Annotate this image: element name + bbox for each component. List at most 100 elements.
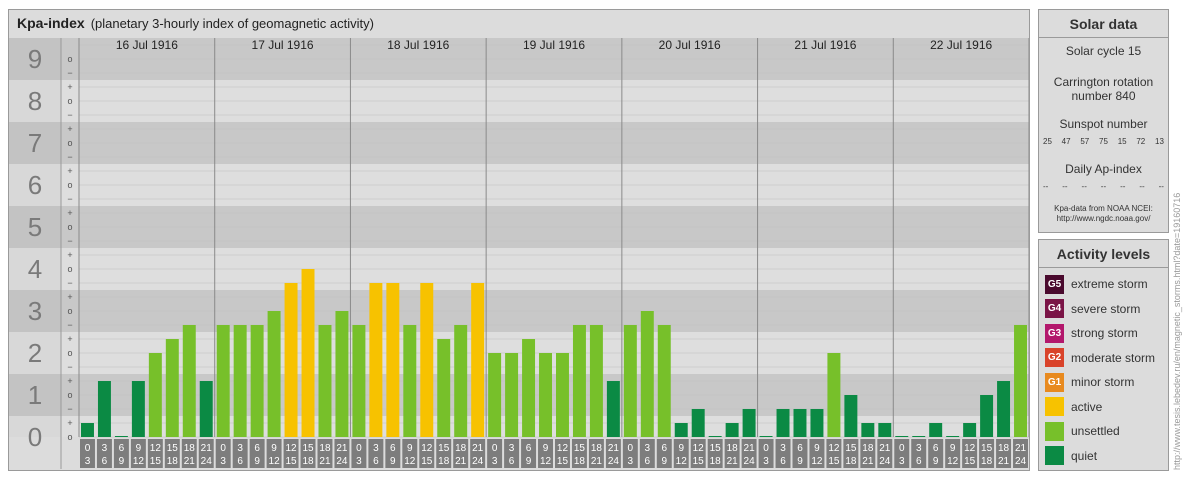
legend-swatch: G4: [1045, 299, 1064, 318]
legend-swatch: G2: [1045, 348, 1064, 367]
legend-label: unsettled: [1071, 424, 1120, 438]
kp-bar: [759, 436, 773, 437]
legend-label: active: [1071, 399, 1103, 414]
interval-start-label: 9: [543, 443, 549, 454]
activity-levels-panel: Activity levels G5 extreme storm G4 severe …: [1038, 239, 1169, 471]
interval-start-label: 15: [981, 443, 993, 454]
legend-item: G5 extreme storm: [1045, 274, 1148, 294]
interval-end-label: 12: [947, 456, 959, 467]
legend-label: severe storm: [1071, 301, 1141, 316]
kp-bar: [572, 324, 586, 437]
interval-start-label: 3: [509, 443, 515, 454]
ap-value: --: [1062, 182, 1068, 191]
interval-start-label: 21: [336, 443, 348, 454]
kp-bar: [369, 282, 383, 437]
interval-start-label: 18: [591, 443, 603, 454]
interval-start-label: 0: [899, 443, 905, 454]
y-tick-label: 2: [28, 338, 42, 368]
interval-start-label: 21: [744, 443, 756, 454]
kp-bar: [1014, 324, 1027, 437]
legend-item: G3 strong storm: [1045, 323, 1138, 343]
legend-swatch: [1045, 421, 1064, 441]
y-minor-label: +: [67, 124, 72, 134]
interval-end-label: 3: [85, 456, 91, 467]
interval-end-label: 18: [438, 456, 450, 467]
kp-bar: [980, 395, 994, 437]
ap-value: --: [1043, 182, 1049, 191]
y-minor-label: o: [67, 96, 72, 106]
interval-start-label: 0: [763, 443, 769, 454]
interval-end-label: 12: [269, 456, 281, 467]
y-tick-label: 5: [28, 212, 42, 242]
interval-start-label: 21: [472, 443, 484, 454]
interval-end-label: 21: [591, 456, 603, 467]
legend-item: G1 minor storm: [1045, 372, 1134, 392]
interval-end-label: 3: [356, 456, 362, 467]
y-tick-label: 3: [28, 296, 42, 326]
interval-start-label: 9: [814, 443, 820, 454]
interval-end-label: 6: [102, 456, 108, 467]
day-label: 19 Jul 1916: [523, 38, 585, 52]
ap-value: --: [1100, 182, 1107, 191]
ap-index-values: -- -- -- -- -- -- --: [1043, 182, 1164, 191]
ap-value: --: [1139, 182, 1145, 191]
kp-bar: [437, 339, 451, 437]
y-tick-label: 1: [28, 380, 42, 410]
kp-bar: [878, 423, 892, 437]
interval-end-label: 24: [472, 456, 484, 467]
y-minor-label: +: [67, 334, 72, 344]
kp-bar: [912, 436, 926, 437]
interval-start-label: 15: [574, 443, 586, 454]
interval-end-label: 3: [899, 456, 905, 467]
interval-start-label: 6: [390, 443, 396, 454]
interval-start-label: 9: [136, 443, 142, 454]
kp-bar: [165, 339, 179, 437]
kp-bar: [674, 423, 688, 437]
y-minor-label: −: [67, 278, 72, 288]
interval-end-label: 24: [608, 456, 620, 467]
interval-start-label: 6: [119, 443, 125, 454]
solar-data-title: Solar data: [1069, 16, 1138, 32]
y-minor-label: −: [67, 152, 72, 162]
interval-end-label: 6: [373, 456, 379, 467]
interval-start-label: 15: [438, 443, 450, 454]
interval-start-label: 12: [557, 443, 569, 454]
kp-bar: [963, 423, 977, 437]
interval-end-label: 12: [133, 456, 145, 467]
sunspot-values: 25 47 57 75 15 72 13: [1043, 137, 1164, 146]
interval-end-label: 21: [184, 456, 196, 467]
kp-bar: [318, 324, 332, 437]
interval-start-label: 0: [492, 443, 498, 454]
y-minor-label: o: [67, 348, 72, 358]
day-label: 22 Jul 1916: [930, 38, 992, 52]
kp-bar: [148, 353, 162, 437]
interval-start-label: 18: [998, 443, 1010, 454]
kp-bar: [895, 436, 909, 437]
kp-bar: [131, 381, 145, 437]
interval-end-label: 18: [845, 456, 857, 467]
legend-item: unsettled: [1045, 421, 1120, 441]
kp-bar: [522, 339, 536, 437]
interval-start-label: 6: [526, 443, 532, 454]
kp-bar: [505, 353, 519, 437]
kpa-bar-chart: 0123456789+−o+−o+−o+−o+−o+−o+−o+−o+−oo16…: [9, 38, 1029, 469]
solar-cycle: Solar cycle 15: [1065, 44, 1142, 58]
interval-start-label: 3: [780, 443, 786, 454]
day-label: 20 Jul 1916: [659, 38, 721, 52]
legend-label: extreme storm: [1071, 277, 1148, 291]
watermark-url: http://www.tesis.lebedev.ru/en/magnetic_…: [1172, 192, 1182, 470]
y-minor-label: +: [67, 166, 72, 176]
interval-start-label: 9: [950, 443, 956, 454]
interval-end-label: 3: [763, 456, 769, 467]
kp-bar: [793, 408, 807, 437]
y-minor-label: o: [67, 222, 72, 232]
kp-bar: [420, 282, 434, 437]
interval-end-label: 21: [727, 456, 739, 467]
interval-start-label: 0: [85, 443, 91, 454]
interval-end-label: 6: [780, 456, 786, 467]
interval-start-label: 12: [693, 443, 705, 454]
y-minor-label: o: [67, 306, 72, 316]
kp-bar: [640, 311, 654, 437]
kp-bar: [691, 408, 705, 437]
legend-label: quiet: [1071, 448, 1098, 463]
